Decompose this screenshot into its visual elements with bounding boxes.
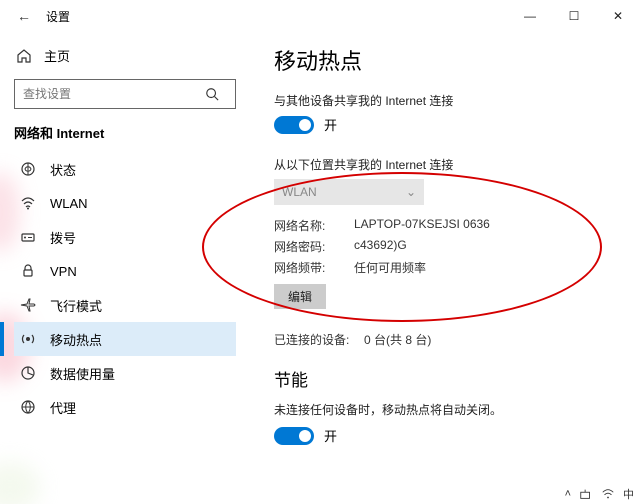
net-band-value: 任何可用频率 [354, 259, 426, 276]
nav-label: 飞行模式 [50, 296, 102, 315]
net-band-row: 网络频带: 任何可用频率 [274, 259, 620, 276]
net-name-value: LAPTOP-07KSEJSI 0636 [354, 217, 490, 234]
titlebar: ← 设置 — ☐ ✕ [0, 0, 640, 32]
net-pwd-row: 网络密码: c43692)G [274, 238, 620, 255]
net-name-key: 网络名称: [274, 217, 354, 234]
search-box[interactable] [14, 79, 236, 109]
power-saving-toggle[interactable]: 开 [274, 426, 620, 445]
airplane-icon [18, 297, 38, 313]
from-label: 从以下位置共享我的 Internet 连接 [274, 156, 620, 173]
nav-item-wlan[interactable]: WLAN [14, 186, 236, 220]
toggle-label: 开 [324, 115, 337, 134]
nav-item-proxy[interactable]: 代理 [14, 390, 236, 424]
content-area: 移动热点 与其他设备共享我的 Internet 连接 开 从以下位置共享我的 I… [250, 32, 640, 504]
nav-label: 状态 [50, 160, 76, 179]
sidebar: 主页 网络和 Internet 状态 WLAN 拨号 [0, 32, 250, 504]
tray-network-icon[interactable] [579, 488, 593, 500]
proxy-icon [18, 399, 38, 415]
nav-item-airplane[interactable]: 飞行模式 [14, 288, 236, 322]
combo-value: WLAN [282, 185, 317, 199]
nav-item-hotspot[interactable]: 移动热点 [14, 322, 236, 356]
home-icon [14, 48, 34, 64]
wlan-combo[interactable]: WLAN ⌄ [274, 179, 424, 205]
power-saving-desc: 未连接任何设备时，移动热点将自动关闭。 [274, 401, 620, 418]
connected-key: 已连接的设备: [274, 331, 364, 348]
net-pwd-key: 网络密码: [274, 238, 354, 255]
maximize-button[interactable]: ☐ [552, 0, 596, 32]
nav-label: 拨号 [50, 228, 76, 247]
dialup-icon [18, 229, 38, 245]
home-link[interactable]: 主页 [14, 40, 236, 71]
tray-ime-label[interactable]: 中 [623, 486, 634, 502]
search-icon [205, 87, 235, 101]
close-button[interactable]: ✕ [596, 0, 640, 32]
nav-item-status[interactable]: 状态 [14, 152, 236, 186]
nav-item-datausage[interactable]: 数据使用量 [14, 356, 236, 390]
nav-label: VPN [50, 264, 77, 279]
nav-label: WLAN [50, 196, 88, 211]
window-title: 设置 [46, 8, 70, 25]
toggle-on-icon [274, 427, 314, 445]
nav-group-header: 网络和 Internet [14, 123, 236, 142]
toggle-label: 开 [324, 426, 337, 445]
edit-button[interactable]: 编辑 [274, 284, 326, 309]
vpn-icon [18, 263, 38, 279]
search-input[interactable] [15, 87, 205, 101]
power-saving-title: 节能 [274, 366, 620, 391]
nav-label: 数据使用量 [50, 364, 115, 383]
net-name-row: 网络名称: LAPTOP-07KSEJSI 0636 [274, 217, 620, 234]
connected-row: 已连接的设备: 0 台(共 8 台) [274, 331, 620, 348]
system-tray: ˄ 中 [559, 484, 640, 504]
share-label: 与其他设备共享我的 Internet 连接 [274, 92, 620, 109]
wifi-icon [18, 195, 38, 211]
chevron-down-icon: ⌄ [406, 185, 416, 199]
back-button[interactable]: ← [10, 8, 38, 24]
hotspot-icon [18, 331, 38, 347]
toggle-on-icon [274, 116, 314, 134]
connected-value: 0 台(共 8 台) [364, 331, 431, 348]
status-icon [18, 161, 38, 177]
page-title: 移动热点 [274, 44, 620, 76]
nav-label: 移动热点 [50, 330, 102, 349]
minimize-button[interactable]: — [508, 0, 552, 32]
nav-item-vpn[interactable]: VPN [14, 254, 236, 288]
share-toggle[interactable]: 开 [274, 115, 620, 134]
net-pwd-value: c43692)G [354, 238, 407, 255]
home-label: 主页 [44, 46, 70, 65]
nav-item-dialup[interactable]: 拨号 [14, 220, 236, 254]
nav-label: 代理 [50, 398, 76, 417]
tray-wifi-icon[interactable] [601, 488, 615, 500]
datausage-icon [18, 365, 38, 381]
tray-up-icon[interactable]: ˄ [565, 488, 571, 500]
net-band-key: 网络频带: [274, 259, 354, 276]
